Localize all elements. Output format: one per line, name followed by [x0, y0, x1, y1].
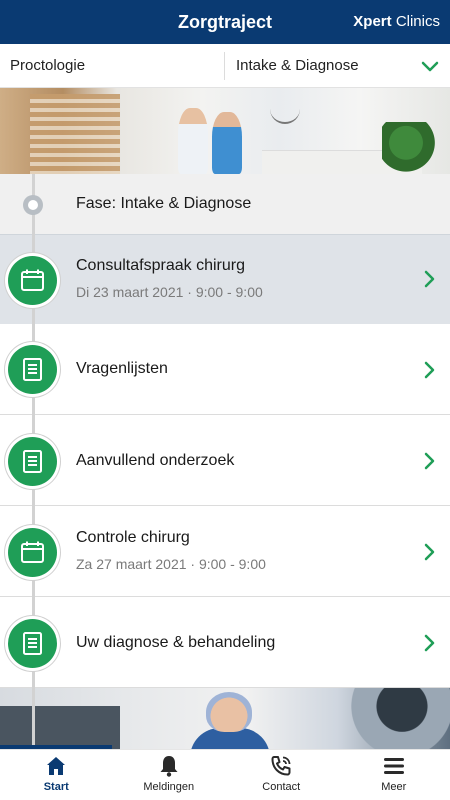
- doctor-figure: [178, 108, 208, 174]
- doctor-figure: [212, 112, 242, 174]
- clinic-photo-banner: [0, 88, 450, 174]
- care-photo-banner: [0, 688, 450, 749]
- tab-label: Meer: [381, 781, 407, 793]
- phase-dot-icon: [23, 195, 43, 215]
- chevron-right-icon: [424, 634, 435, 652]
- item-subtitle: Za 27 maart 2021 · 9:00 - 9:00: [76, 556, 266, 572]
- tab-label: Start: [43, 781, 69, 793]
- bell-icon: [160, 756, 178, 777]
- timeline-item-aanvullend-onderzoek[interactable]: Aanvullend onderzoek: [0, 415, 450, 506]
- specialty-selector[interactable]: Proctologie: [0, 44, 224, 88]
- item-subtitle: Di 23 maart 2021 · 9:00 - 9:00: [76, 284, 263, 300]
- patient-figure: [330, 688, 450, 749]
- calendar-icon: [8, 528, 57, 577]
- document-icon: [8, 437, 57, 486]
- phase-label: Fase: Intake & Diagnose: [76, 195, 252, 212]
- nurse-figure: [206, 692, 252, 732]
- document-icon: [8, 619, 57, 668]
- phase-dropdown[interactable]: Intake & Diagnose: [225, 44, 450, 88]
- timeline-item-consultafspraak[interactable]: Consultafspraak chirurg Di 23 maart 2021…: [0, 234, 450, 325]
- lamp-decor: [270, 94, 300, 124]
- brand-logo-bold: Xpert: [353, 13, 392, 30]
- tab-meldingen[interactable]: Meldingen: [113, 750, 226, 800]
- tab-start[interactable]: Start: [0, 750, 113, 800]
- item-title: Consultafspraak chirurg: [76, 257, 245, 274]
- timeline-item-diagnose-behandeling[interactable]: Uw diagnose & behandeling: [0, 597, 450, 688]
- home-icon: [47, 757, 66, 775]
- tab-label: Meldingen: [143, 781, 195, 793]
- brand-logo-light: Clinics: [395, 13, 440, 30]
- menu-icon: [383, 758, 404, 774]
- item-title: Aanvullend onderzoek: [76, 452, 235, 469]
- phone-icon: [271, 756, 291, 776]
- item-title: Uw diagnose & behandeling: [76, 634, 276, 651]
- tab-label: Contact: [262, 781, 301, 793]
- chevron-right-icon: [424, 452, 435, 470]
- app-header: Zorgtraject Xpert Clinics: [0, 0, 450, 44]
- phase-dropdown-value: Intake & Diagnose: [236, 57, 359, 74]
- chevron-right-icon: [424, 361, 435, 379]
- chevron-right-icon: [424, 270, 435, 288]
- wood-slats-decor: [30, 94, 120, 174]
- filter-bar: Proctologie Intake & Diagnose: [0, 44, 450, 88]
- item-title: Controle chirurg: [76, 529, 190, 546]
- tab-meer[interactable]: Meer: [338, 750, 450, 800]
- active-tab-indicator: [0, 745, 112, 749]
- item-title: Vragenlijsten: [76, 360, 168, 377]
- tab-contact[interactable]: Contact: [225, 750, 338, 800]
- plant-decor: [382, 122, 442, 174]
- calendar-icon: [8, 256, 57, 305]
- bottom-tab-bar: Start Meldingen Contact Meer: [0, 749, 450, 800]
- timeline-item-controle-chirurg[interactable]: Controle chirurg Za 27 maart 2021 · 9:00…: [0, 506, 450, 597]
- brand-logo: Xpert Clinics: [353, 0, 440, 44]
- timeline-item-vragenlijsten[interactable]: Vragenlijsten: [0, 324, 450, 415]
- hospital-bed-decor: [0, 706, 120, 749]
- chevron-down-icon: [421, 61, 439, 72]
- document-icon: [8, 345, 57, 394]
- chevron-right-icon: [424, 543, 435, 561]
- phase-header: Fase: Intake & Diagnose: [0, 174, 450, 234]
